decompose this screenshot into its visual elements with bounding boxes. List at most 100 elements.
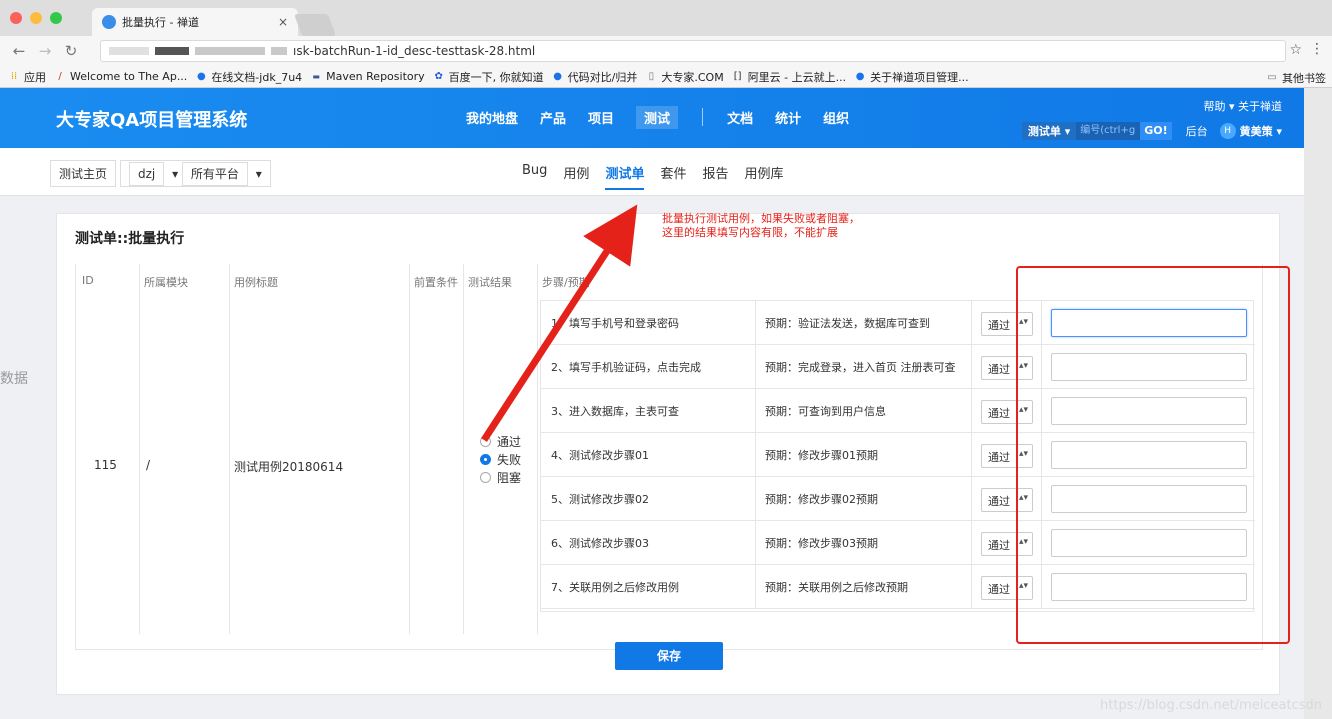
bookmark-star-icon[interactable]: ☆ [1289, 42, 1302, 58]
tab-testtask[interactable]: 测试单 [605, 163, 644, 190]
back-icon[interactable]: ← [12, 42, 26, 60]
header-case-title: 用例标题 [234, 276, 278, 289]
nav-product[interactable]: 产品 [540, 108, 566, 129]
nav-doc[interactable]: 文档 [727, 108, 753, 129]
forward-icon[interactable]: → [38, 42, 52, 60]
browser-menu-icon[interactable]: ⋮ [1310, 41, 1324, 57]
step-result-value: 通过 [988, 539, 1010, 552]
crumb-test-home[interactable]: 测试主页 [50, 160, 117, 187]
cell-divider [755, 301, 756, 345]
search-type-select[interactable]: 测试单 ▾ [1022, 123, 1076, 139]
cell-divider [971, 565, 972, 609]
maven-icon: ▬ [312, 71, 320, 81]
tab-case[interactable]: 用例 [563, 163, 589, 190]
minimize-window-button[interactable] [30, 12, 42, 24]
bookmark-item[interactable]: ● 在线文档-jdk_7u4 [195, 69, 302, 85]
step-description: 5、测试修改步骤02 [551, 493, 649, 506]
nav-my[interactable]: 我的地盘 [466, 108, 518, 129]
quick-search: 测试单 ▾ 编号(ctrl+g GO! [1021, 122, 1172, 140]
avatar[interactable]: H [1219, 123, 1236, 139]
app-header: 大专家QA项目管理系统 我的地盘 产品 项目 测试 文档 统计 组织 帮助 ▾ … [0, 88, 1304, 148]
user-menu[interactable]: 黄美策 ▾ [1240, 123, 1282, 139]
case-title[interactable]: 测试用例20180614 [234, 458, 343, 475]
cell-divider [755, 521, 756, 565]
bookmark-item[interactable]: ▬ Maven Repository [310, 70, 424, 83]
bookmark-item[interactable]: ▯ 大专家.COM [645, 69, 724, 85]
step-expectation: 预期：修改步骤02预期 [765, 493, 878, 506]
nav-report[interactable]: 统计 [775, 108, 801, 129]
search-go-button[interactable]: GO! [1140, 122, 1172, 140]
nav-test[interactable]: 测试 [636, 106, 679, 129]
cell-divider [755, 477, 756, 521]
cell-divider [755, 389, 756, 433]
bookmark-item[interactable]: ● 关于禅道项目管理... [854, 69, 969, 85]
step-result-value: 通过 [988, 407, 1010, 420]
bookmark-label: 应用 [24, 70, 46, 84]
globe-icon: ● [553, 70, 562, 82]
header-steps: 步骤/预期 [542, 276, 590, 289]
about-link[interactable]: 关于禅道 [1238, 100, 1282, 113]
url-field[interactable]: ısk-batchRun-1-id_desc-testtask-28.html [100, 40, 1286, 62]
globe-icon: ● [196, 70, 206, 82]
step-description: 2、填写手机验证码，点击完成 [551, 361, 701, 374]
aliyun-icon: [] [733, 70, 742, 82]
zentao-icon: ● [855, 70, 865, 82]
bookmark-other-folder[interactable]: ▭ 其他书签 [1266, 70, 1326, 86]
close-window-button[interactable] [10, 12, 22, 24]
step-expectation: 预期：修改步骤01预期 [765, 449, 878, 462]
save-button[interactable]: 保存 [615, 642, 723, 670]
step-expectation: 预期：验证法发送，数据库可查到 [765, 317, 930, 330]
bookmark-apps[interactable]: ⁞⁞ 应用 [8, 69, 46, 85]
tab-bug[interactable]: Bug [522, 163, 547, 190]
watermark: https://blog.csdn.net/meiceatcsdn [1100, 698, 1322, 713]
tab-report[interactable]: 报告 [702, 163, 728, 190]
address-toolbar: ← → ↻ ısk-batchRun-1-id_desc-testtask-28… [0, 36, 1332, 66]
chevron-down-icon: ▾ [1228, 100, 1238, 113]
step-description: 3、进入数据库，主表可查 [551, 405, 679, 418]
new-tab-button[interactable] [293, 14, 337, 36]
bookmark-item[interactable]: / Welcome to The Ap... [54, 70, 187, 83]
reload-icon[interactable]: ↻ [64, 42, 78, 60]
paw-icon: ✿ [434, 70, 443, 82]
bookmark-label: 百度一下, 你就知道 [448, 70, 544, 84]
result-option-fail[interactable]: 失败 [480, 450, 521, 468]
tab-suite[interactable]: 套件 [660, 163, 686, 190]
bookmark-label: 阿里云 - 上云就上... [747, 70, 847, 84]
col-module [140, 264, 230, 634]
apps-grid-icon: ⁞⁞ [10, 70, 18, 82]
step-expectation: 预期：可查询到用户信息 [765, 405, 886, 418]
nav-company[interactable]: 组织 [823, 108, 849, 129]
bookmark-item[interactable]: [] 阿里云 - 上云就上... [732, 69, 846, 85]
header-bottom-tools: 测试单 ▾ 编号(ctrl+g GO! 后台 H 黄美策 ▾ [1021, 122, 1282, 140]
browser-tab-bar: 批量执行 - 禅道 × [0, 0, 1332, 36]
browser-tab[interactable]: 批量执行 - 禅道 × [92, 8, 298, 36]
annotation-line: 这里的结果填写内容有限，不能扩展 [662, 226, 838, 239]
blurred-url-part [271, 47, 287, 55]
bookmark-item[interactable]: ● 代码对比/归并 [552, 69, 637, 85]
tab-caselib[interactable]: 用例库 [744, 163, 783, 190]
header-id: ID [82, 274, 94, 287]
step-expectation: 预期：关联用例之后修改预期 [765, 581, 908, 594]
feather-icon: / [58, 70, 62, 82]
help-menu[interactable]: 帮助 [1203, 100, 1225, 113]
step-description: 1、填写手机号和登录密码 [551, 317, 679, 330]
admin-link[interactable]: 后台 [1186, 123, 1208, 139]
bookmark-item[interactable]: ✿ 百度一下, 你就知道 [433, 69, 544, 85]
search-input[interactable]: 编号(ctrl+g [1076, 122, 1141, 140]
nav-divider [702, 108, 704, 126]
case-id: 115 [94, 458, 117, 472]
maximize-window-button[interactable] [50, 12, 62, 24]
crumb-product-select[interactable]: dzj ▾ 所有平台 ▾ [120, 160, 271, 187]
app-brand[interactable]: 大专家QA项目管理系统 [56, 106, 247, 132]
result-option-pass[interactable]: 通过 [480, 432, 521, 450]
cell-divider [971, 521, 972, 565]
nav-project[interactable]: 项目 [588, 108, 614, 129]
user-name: 黄美策 [1239, 125, 1273, 138]
step-expectation: 预期：修改步骤03预期 [765, 537, 878, 550]
tab-close-icon[interactable]: × [278, 15, 288, 29]
breadcrumb: 测试主页 dzj ▾ 所有平台 ▾ [50, 160, 275, 187]
result-option-blocked[interactable]: 阻塞 [480, 468, 521, 486]
step-description: 6、测试修改步骤03 [551, 537, 649, 550]
header-precondition: 前置条件 [414, 276, 458, 289]
cell-divider [971, 477, 972, 521]
